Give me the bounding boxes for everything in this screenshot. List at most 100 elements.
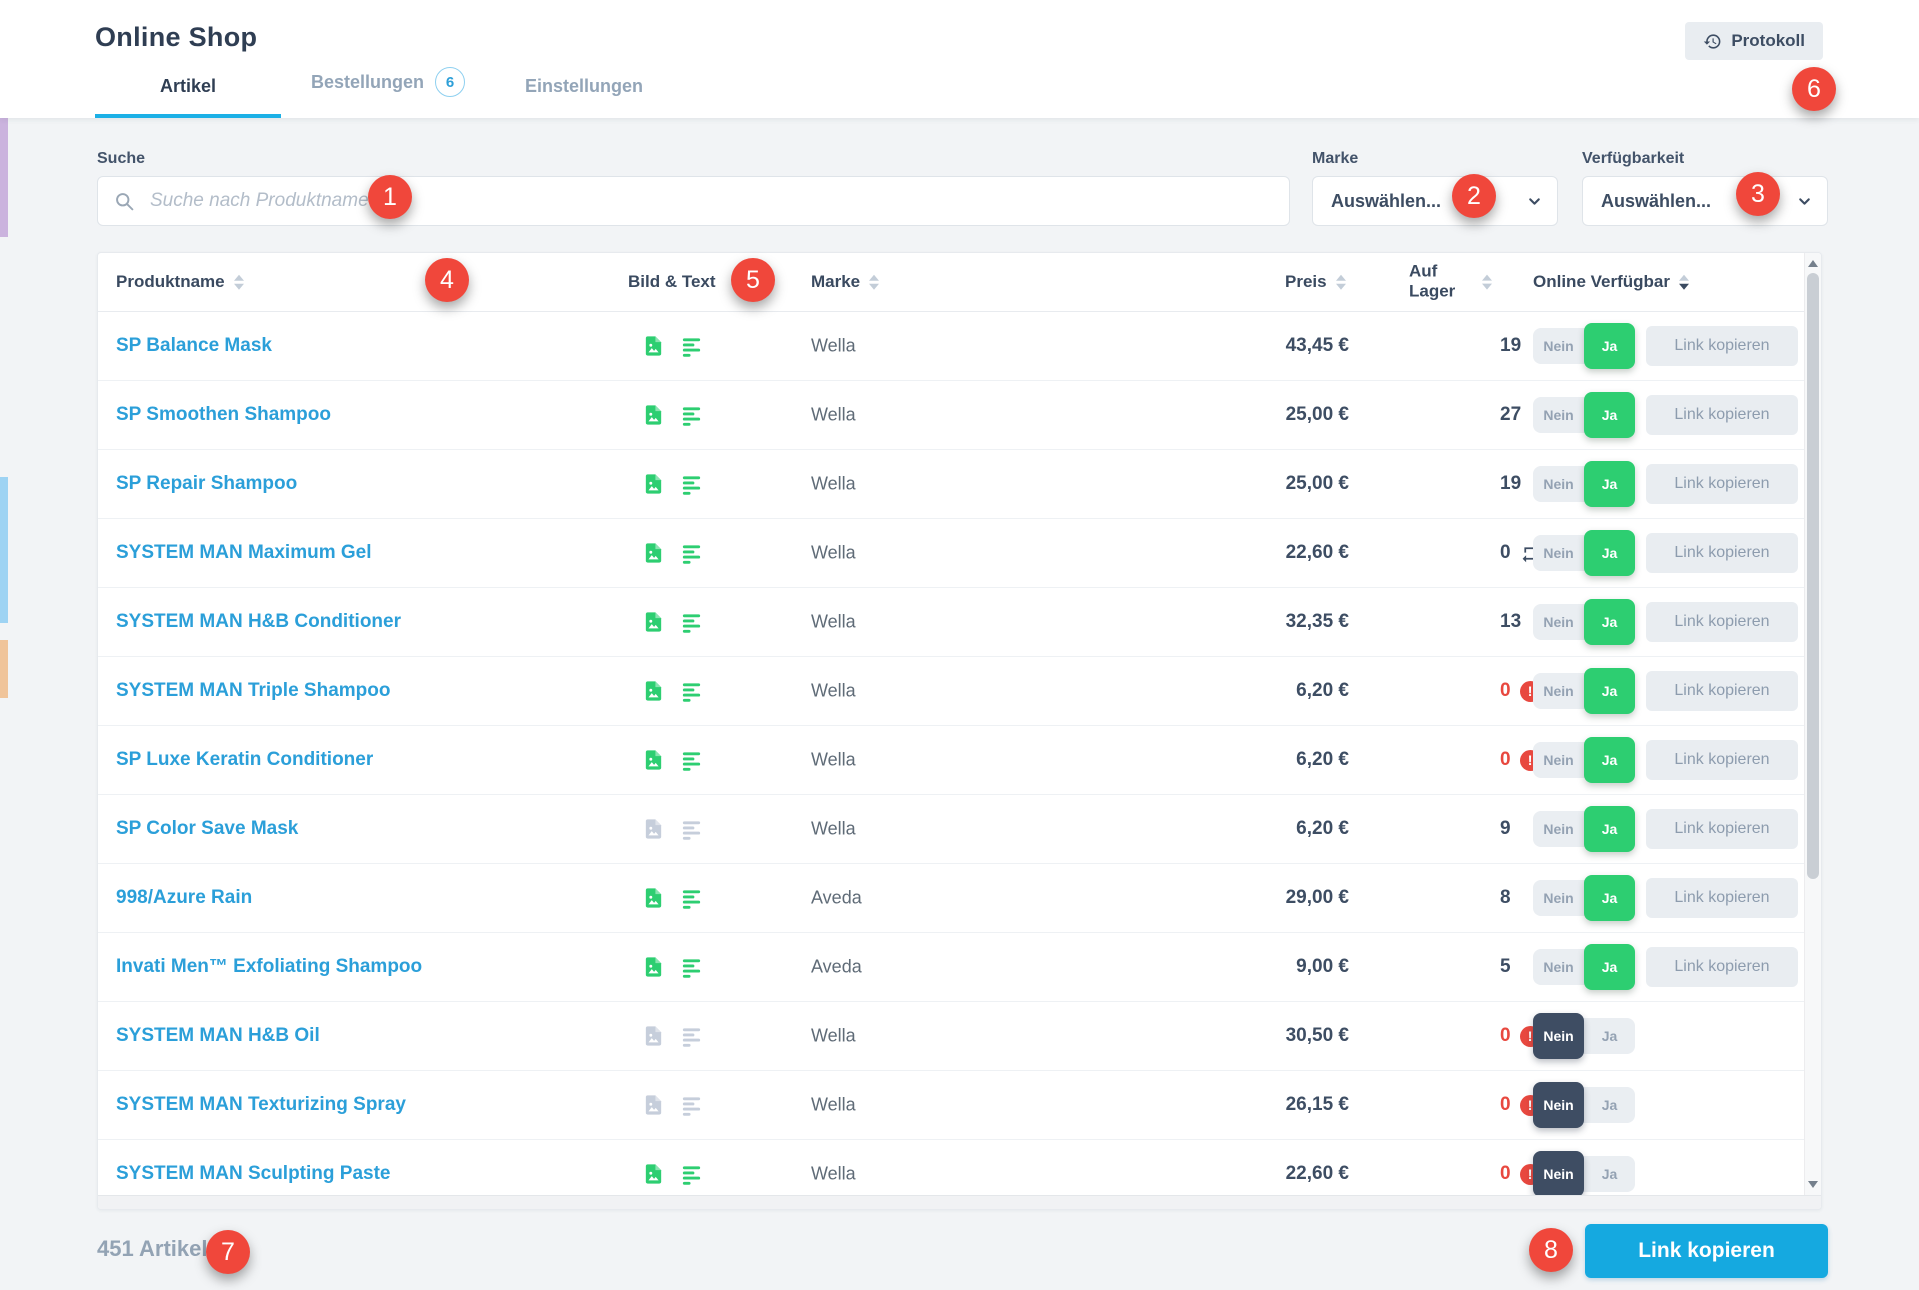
toggle-nein-option[interactable]: Nein	[1533, 1082, 1584, 1128]
toggle-ja-option[interactable]: Ja	[1584, 875, 1635, 921]
column-header-marke[interactable]: Marke	[811, 272, 879, 292]
toggle-ja-option[interactable]: Ja	[1584, 392, 1635, 438]
row-link-kopieren-button[interactable]: Link kopieren	[1646, 809, 1798, 849]
online-verfuegbar-toggle[interactable]: Nein Ja	[1533, 535, 1635, 571]
row-link-kopieren-button[interactable]: Link kopieren	[1646, 602, 1798, 642]
toggle-ja-option[interactable]: Ja	[1584, 944, 1635, 990]
tab-bar: Artikel Bestellungen 6 Einstellungen	[95, 67, 673, 118]
online-verfuegbar-toggle[interactable]: Nein Ja	[1533, 397, 1635, 433]
toggle-nein-option[interactable]: Nein	[1533, 673, 1584, 709]
tab-einstellungen[interactable]: Einstellungen	[495, 76, 673, 118]
verfuegbarkeit-dropdown[interactable]: Auswählen...	[1582, 176, 1828, 226]
scroll-up-arrow-icon[interactable]	[1808, 260, 1818, 267]
column-header-auf-lager[interactable]: Auf Lager	[1409, 262, 1492, 303]
toggle-ja-option[interactable]: Ja	[1584, 530, 1635, 576]
product-name-link[interactable]: SYSTEM MAN H&B Oil	[116, 1025, 320, 1047]
row-link-kopieren-button[interactable]: Link kopieren	[1646, 947, 1798, 987]
online-verfuegbar-toggle[interactable]: Nein Ja	[1533, 1018, 1635, 1054]
column-header-online-verfuegbar[interactable]: Online Verfügbar	[1533, 272, 1689, 292]
media-status-icons	[642, 887, 703, 910]
tab-artikel[interactable]: Artikel	[95, 76, 281, 118]
vertical-scrollbar[interactable]	[1804, 253, 1821, 1195]
online-verfuegbar-toggle[interactable]: Nein Ja	[1533, 1087, 1635, 1123]
scrollbar-thumb[interactable]	[1807, 273, 1819, 879]
toggle-nein-option[interactable]: Nein	[1533, 535, 1584, 571]
horizontal-scrollbar[interactable]	[98, 1195, 1821, 1209]
product-name-link[interactable]: 998/Azure Rain	[116, 887, 252, 909]
toggle-ja-option[interactable]: Ja	[1584, 668, 1635, 714]
online-verfuegbar-toggle[interactable]: Nein Ja	[1533, 811, 1635, 847]
image-icon	[642, 818, 665, 841]
online-verfuegbar-toggle[interactable]: Nein Ja	[1533, 949, 1635, 985]
toggle-nein-option[interactable]: Nein	[1533, 328, 1584, 364]
toggle-ja-option[interactable]: Ja	[1584, 461, 1635, 507]
sort-icon[interactable]	[234, 274, 244, 289]
row-link-kopieren-button[interactable]: Link kopieren	[1646, 878, 1798, 918]
product-name-link[interactable]: SYSTEM MAN Texturizing Spray	[116, 1094, 406, 1116]
product-name-link[interactable]: SP Repair Shampoo	[116, 473, 297, 495]
toggle-ja-option[interactable]: Ja	[1584, 806, 1635, 852]
media-status-icons	[642, 680, 703, 703]
online-verfuegbar-toggle[interactable]: Nein Ja	[1533, 328, 1635, 364]
table-header-row: Produktname Bild & Text Marke Preis Auf …	[98, 253, 1821, 312]
toggle-nein-option[interactable]: Nein	[1533, 742, 1584, 778]
row-link-kopieren-button[interactable]: Link kopieren	[1646, 326, 1798, 366]
toggle-ja-option[interactable]: Ja	[1584, 1156, 1635, 1192]
row-link-kopieren-button[interactable]: Link kopieren	[1646, 671, 1798, 711]
image-icon	[642, 611, 665, 634]
price-cell: 29,00 €	[1199, 887, 1349, 909]
toggle-nein-option[interactable]: Nein	[1533, 466, 1584, 502]
product-name-link[interactable]: SYSTEM MAN Maximum Gel	[116, 542, 372, 564]
tab-bestellungen[interactable]: Bestellungen 6	[281, 67, 495, 118]
toggle-ja-option[interactable]: Ja	[1584, 1087, 1635, 1123]
toggle-nein-option[interactable]: Nein	[1533, 811, 1584, 847]
toggle-ja-option[interactable]: Ja	[1584, 599, 1635, 645]
toggle-nein-option[interactable]: Nein	[1533, 1013, 1584, 1059]
online-verfuegbar-toggle[interactable]: Nein Ja	[1533, 466, 1635, 502]
product-name-link[interactable]: SP Color Save Mask	[116, 818, 298, 840]
online-verfuegbar-toggle[interactable]: Nein Ja	[1533, 1156, 1635, 1192]
toggle-ja-option[interactable]: Ja	[1584, 323, 1635, 369]
product-name-link[interactable]: SYSTEM MAN H&B Conditioner	[116, 611, 401, 633]
online-verfuegbar-toggle[interactable]: Nein Ja	[1533, 604, 1635, 640]
row-link-kopieren-button[interactable]: Link kopieren	[1646, 464, 1798, 504]
toggle-nein-option[interactable]: Nein	[1533, 397, 1584, 433]
media-status-icons	[642, 1094, 703, 1117]
online-verfuegbar-toggle[interactable]: Nein Ja	[1533, 742, 1635, 778]
product-name-link[interactable]: Invati Men™ Exfoliating Shampoo	[116, 956, 422, 978]
stock-cell: 13	[1500, 611, 1521, 633]
product-name-link[interactable]: SYSTEM MAN Sculpting Paste	[116, 1163, 390, 1185]
toggle-nein-option[interactable]: Nein	[1533, 880, 1584, 916]
product-name-link[interactable]: SP Smoothen Shampoo	[116, 404, 331, 426]
toggle-ja-option[interactable]: Ja	[1584, 1018, 1635, 1054]
protokoll-button[interactable]: Protokoll	[1685, 22, 1823, 60]
scroll-down-arrow-icon[interactable]	[1808, 1181, 1818, 1188]
row-link-kopieren-button[interactable]: Link kopieren	[1646, 395, 1798, 435]
search-input[interactable]	[148, 189, 1273, 213]
toggle-nein-option[interactable]: Nein	[1533, 1151, 1584, 1197]
annotation-marker-8: 8	[1529, 1228, 1573, 1272]
chevron-down-icon	[1526, 193, 1543, 210]
text-lines-icon	[680, 887, 703, 910]
text-lines-icon	[680, 956, 703, 979]
toggle-ja-option[interactable]: Ja	[1584, 737, 1635, 783]
marke-dropdown[interactable]: Auswählen...	[1312, 176, 1558, 226]
online-verfuegbar-toggle[interactable]: Nein Ja	[1533, 673, 1635, 709]
online-verfuegbar-toggle[interactable]: Nein Ja	[1533, 880, 1635, 916]
product-name-link[interactable]: SP Balance Mask	[116, 335, 272, 357]
toggle-nein-option[interactable]: Nein	[1533, 604, 1584, 640]
link-kopieren-button[interactable]: Link kopieren	[1585, 1224, 1828, 1278]
sort-icon[interactable]	[1482, 275, 1492, 290]
column-header-produktname[interactable]: Produktname	[116, 272, 244, 292]
product-name-link[interactable]: SYSTEM MAN Triple Shampoo	[116, 680, 390, 702]
product-name-link[interactable]: SP Luxe Keratin Conditioner	[116, 749, 373, 771]
sort-icon[interactable]	[1336, 274, 1346, 289]
online-shop-screen: Online Shop Artikel Bestellungen 6 Einst…	[0, 0, 1919, 1290]
row-link-kopieren-button[interactable]: Link kopieren	[1646, 533, 1798, 573]
price-cell: 6,20 €	[1199, 680, 1349, 702]
sort-icon[interactable]	[869, 274, 879, 289]
sort-icon-descending[interactable]	[1679, 274, 1689, 289]
column-header-preis[interactable]: Preis	[1285, 272, 1346, 292]
row-link-kopieren-button[interactable]: Link kopieren	[1646, 740, 1798, 780]
toggle-nein-option[interactable]: Nein	[1533, 949, 1584, 985]
